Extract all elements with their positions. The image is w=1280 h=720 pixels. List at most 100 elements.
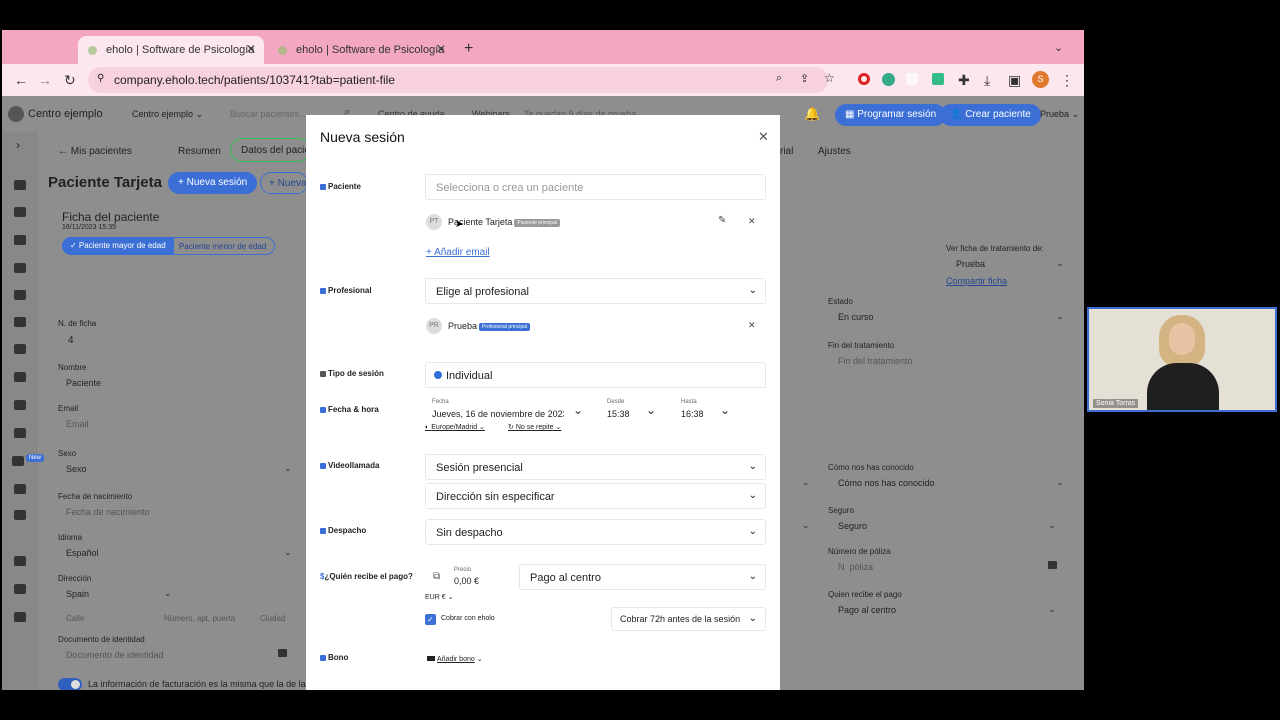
price-input[interactable]: ⧉ Precio 0,00 € <box>427 564 517 590</box>
reload-icon[interactable]: ↻ <box>64 72 76 89</box>
expand-sidebar-icon[interactable]: › <box>16 138 20 152</box>
tab-search-chevron-icon[interactable]: ⌄ <box>1054 41 1063 54</box>
payments-icon[interactable] <box>14 290 26 300</box>
tasks-icon[interactable] <box>14 317 26 327</box>
scan-poliza-icon[interactable] <box>1048 561 1057 569</box>
start-time-select[interactable]: Desde 15:38 ⌄ <box>602 397 662 423</box>
add-email-link[interactable]: + Añadir email <box>426 247 490 258</box>
address-bar[interactable]: ⚲ company.eholo.tech/patients/103741?tab… <box>88 67 835 93</box>
opera-extension-icon[interactable] <box>858 73 870 85</box>
profesional-select[interactable]: Elige al profesional ⌄ <box>425 278 766 304</box>
poliza-field[interactable]: N. póliza <box>838 562 873 572</box>
videocall-select[interactable]: Sesión presencial ⌄ <box>425 454 766 480</box>
billing-toggle[interactable] <box>58 678 82 690</box>
nacimiento-field[interactable]: Fecha de nacimiento <box>66 507 150 517</box>
settings-icon[interactable] <box>14 612 26 622</box>
back-arrow-icon[interactable]: ← <box>14 72 28 88</box>
puzzle-extensions-icon[interactable]: ✚ <box>958 72 970 89</box>
payer-select[interactable]: Pago al centro ⌄ <box>519 564 766 590</box>
center-select[interactable]: Centro ejemplo ⌄ <box>132 109 203 120</box>
currency-select[interactable]: EUR € ⌄ <box>425 593 453 601</box>
sheets-extension-icon[interactable] <box>932 73 944 85</box>
toggle-adult[interactable]: ✓ Paciente mayor de edad <box>62 237 174 255</box>
forward-arrow-icon[interactable]: → <box>38 72 52 88</box>
conocido-select[interactable]: Cómo nos has conocido <box>838 478 935 488</box>
menu-dots-icon[interactable]: ⋮ <box>1060 72 1074 89</box>
room-select[interactable]: Sin despacho ⌄ <box>425 519 766 545</box>
email-field[interactable]: Email <box>66 419 89 429</box>
pais-select[interactable]: Spain <box>66 589 89 599</box>
billing-icon[interactable] <box>14 584 26 594</box>
edit-pencil-icon[interactable]: ✎ <box>718 215 726 226</box>
zoom-icon[interactable]: ⌕ <box>776 72 782 85</box>
share-icon[interactable]: ⇪ <box>800 72 809 85</box>
session-type-select[interactable]: Individual <box>425 362 766 388</box>
create-patient-button[interactable]: 👤 Crear paciente <box>940 104 1041 126</box>
notes-icon[interactable] <box>14 400 26 410</box>
bookmark-star-icon[interactable]: ☆ <box>824 71 835 85</box>
close-icon[interactable]: ✕ <box>758 129 769 145</box>
recibe-select[interactable]: Pago al centro <box>838 605 896 615</box>
user-menu[interactable]: Prueba ⌄ <box>1040 109 1079 120</box>
address-select[interactable]: Dirección sin especificar ⌄ <box>425 483 766 509</box>
n-ficha-field[interactable]: 4 <box>68 335 74 346</box>
numero-field[interactable]: Número, apt, puerta <box>164 614 235 623</box>
sexo-select[interactable]: Sexo <box>66 464 87 474</box>
nombre-field[interactable]: Paciente <box>66 378 101 388</box>
share-sheet-link[interactable]: Compartir ficha <box>946 276 1007 286</box>
patient-search-input[interactable]: Selecciona o crea un paciente <box>425 174 766 200</box>
rooms-icon[interactable] <box>14 344 26 354</box>
search-input[interactable]: Buscar pacientes... <box>230 109 307 119</box>
close-tab-icon[interactable]: ✕ <box>246 42 256 56</box>
new-other-button[interactable]: + Nueva <box>260 172 308 194</box>
remove-professional-icon[interactable]: ✕ <box>748 320 756 331</box>
tab-historial[interactable]: rial <box>780 146 793 157</box>
tab-ajustes[interactable]: Ajustes <box>818 146 851 157</box>
document-icon[interactable] <box>14 263 26 273</box>
documento-field[interactable]: Documento de identidad <box>66 650 164 660</box>
browser-tab-1[interactable]: eholo | Software de Psicología ✕ <box>78 36 264 64</box>
new-session-button[interactable]: + Nueva sesión <box>168 172 258 194</box>
site-info-icon[interactable]: ⚲ <box>97 73 104 84</box>
estado-select[interactable]: En curso <box>838 312 874 322</box>
microphone-icon[interactable] <box>14 372 26 382</box>
browser-tab-2[interactable]: eholo | Software de Psicología ✕ <box>268 36 454 64</box>
seguro-select[interactable]: Seguro <box>838 521 867 531</box>
timezone-select[interactable]: ◐ Europe/Madrid ⌄ <box>425 423 485 431</box>
schedule-session-button[interactable]: ▦ Programar sesión <box>835 104 947 126</box>
date-picker[interactable]: Fecha Jueves, 16 de noviembre de 2023 ⌄ <box>427 397 595 423</box>
tab-resumen[interactable]: Resumen <box>178 146 221 157</box>
download-icon[interactable]: ⤓ <box>984 72 990 89</box>
grammar-extension-icon[interactable] <box>882 73 895 86</box>
new-tab-icon[interactable]: + <box>464 40 473 58</box>
close-tab-icon[interactable]: ✕ <box>436 42 446 56</box>
notification-bell-icon[interactable]: 🔔 <box>804 106 820 122</box>
calle-field[interactable]: Calle <box>66 614 84 623</box>
video-call-thumbnail[interactable]: Sonia Torras <box>1087 307 1277 412</box>
calendar-icon[interactable] <box>14 180 26 190</box>
repeat-select[interactable]: ↻ No se repite ⌄ <box>508 423 561 431</box>
ver-ficha-select[interactable]: Prueba <box>956 259 985 269</box>
list-icon[interactable] <box>14 235 26 245</box>
fin-field[interactable]: Fin del tratamiento <box>838 356 913 366</box>
contacts-icon[interactable] <box>14 207 26 217</box>
video-icon[interactable] <box>12 456 24 466</box>
remove-patient-icon[interactable]: ✕ <box>748 216 756 227</box>
add-bono-button[interactable]: Añadir bono ⌄ <box>427 655 483 663</box>
scan-document-icon[interactable] <box>278 649 287 657</box>
charge-checkbox[interactable]: ✓ <box>425 614 436 625</box>
toggle-minor[interactable]: Paciente menor de edad <box>170 237 276 255</box>
team-icon[interactable] <box>14 556 26 566</box>
stats-icon[interactable] <box>14 510 26 520</box>
rocket-icon[interactable] <box>14 428 26 438</box>
tab-datos-paciente[interactable]: Datos del paciente <box>230 138 310 162</box>
idioma-select[interactable]: Español <box>66 548 99 558</box>
cloud-icon[interactable] <box>14 484 26 494</box>
ciudad-field[interactable]: Ciudad <box>260 614 285 623</box>
profile-avatar[interactable]: S <box>1032 71 1049 88</box>
end-time-select[interactable]: Hasta 16:38 ⌄ <box>676 397 740 423</box>
extension-icon[interactable] <box>906 73 918 85</box>
charge-timing-select[interactable]: Cobrar 72h antes de la sesión ⌄ <box>611 607 766 631</box>
side-panel-icon[interactable]: ▣ <box>1008 72 1021 89</box>
back-link[interactable]: ← Mis pacientes <box>58 146 132 157</box>
